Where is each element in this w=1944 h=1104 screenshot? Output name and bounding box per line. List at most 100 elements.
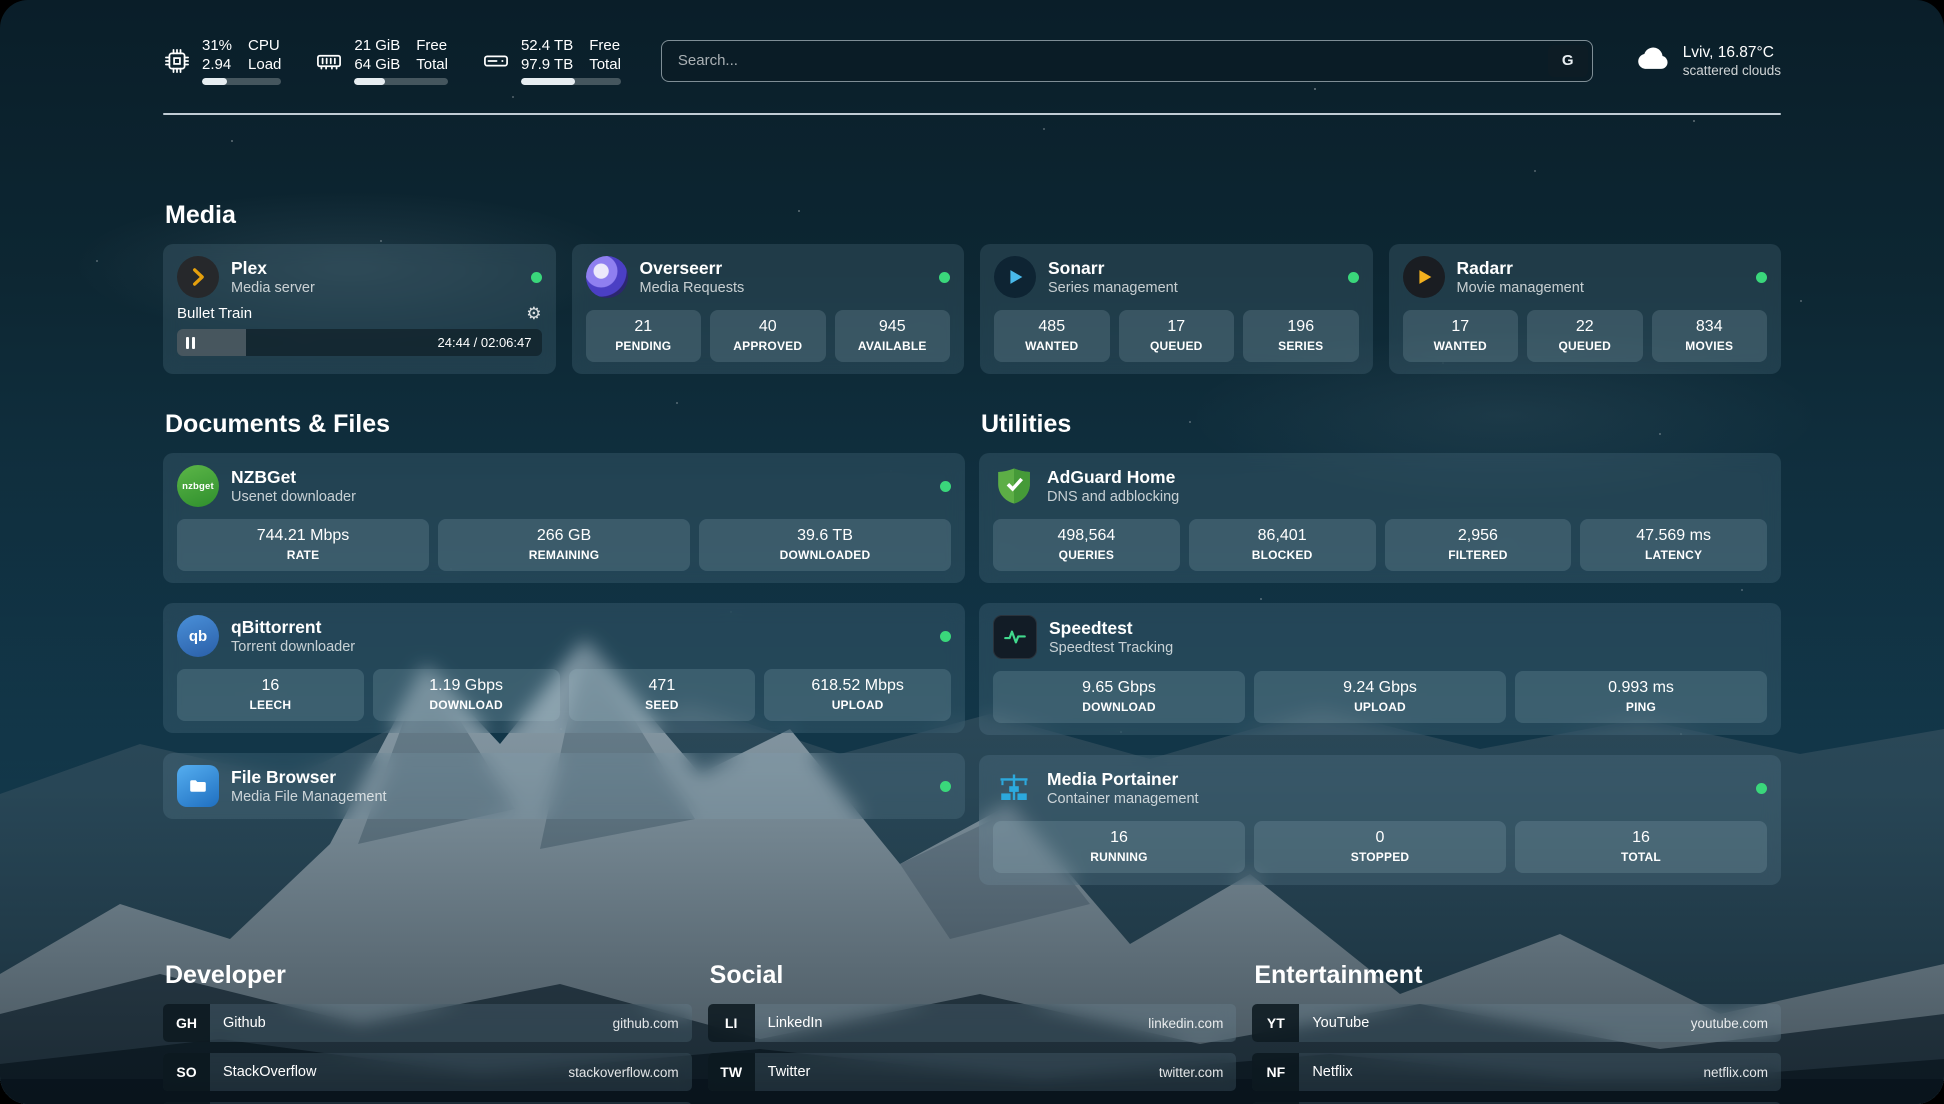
service-name: AdGuard Home [1047, 467, 1179, 487]
section-documents: Documents & Files nzbget NZBGet Usenet d… [163, 410, 965, 885]
bookmark-twitter[interactable]: TW Twitter twitter.com [708, 1053, 1237, 1091]
status-dot [1756, 783, 1767, 794]
disk-widget: 52.4 TB 97.9 TB Free Total [482, 36, 621, 85]
status-dot [1756, 272, 1767, 283]
dashboard-screen: 31% 2.94 CPU Load [0, 0, 1944, 1104]
bookmark-youtube[interactable]: YT YouTube youtube.com [1252, 1004, 1781, 1042]
service-card-overseerr[interactable]: Overseerr Media Requests 21PENDING 40APP… [572, 244, 965, 374]
service-name: Media Portainer [1047, 769, 1199, 789]
service-card-radarr[interactable]: Radarr Movie management 17WANTED 22QUEUE… [1389, 244, 1782, 374]
disk-label-2: Total [589, 55, 621, 74]
service-card-adguard[interactable]: AdGuard Home DNS and adblocking 498,564Q… [979, 453, 1781, 583]
cpu-percent: 31% [202, 36, 232, 55]
resource-widgets: 31% 2.94 CPU Load [163, 36, 621, 85]
portainer-icon [993, 767, 1035, 809]
stat-box: 16TOTAL [1515, 821, 1767, 873]
cpu-widget: 31% 2.94 CPU Load [163, 36, 281, 85]
cpu-progress-bar [202, 78, 281, 85]
gear-icon[interactable]: ⚙ [526, 305, 541, 322]
stat-box: 39.6 TBDOWNLOADED [699, 519, 951, 571]
status-dot [940, 781, 951, 792]
section-title-media: Media [165, 201, 1781, 230]
section-utilities: Utilities AdGu [979, 410, 1781, 885]
service-card-portainer[interactable]: Media Portainer Container management 16R… [979, 755, 1781, 885]
disk-free: 52.4 TB [521, 36, 573, 55]
service-name: Speedtest [1049, 618, 1173, 638]
stat-box: 16LEECH [177, 669, 364, 721]
bookmark-group-social: Social LI LinkedIn linkedin.com TW Twitt… [708, 961, 1237, 1104]
section-title-utilities: Utilities [981, 410, 1781, 439]
stat-box: 471SEED [569, 669, 756, 721]
service-description: Media server [231, 280, 315, 296]
stat-box: 2,956FILTERED [1385, 519, 1572, 571]
overseerr-icon [586, 256, 628, 298]
netflix-icon: NF [1252, 1053, 1299, 1091]
service-name: Overseerr [640, 258, 745, 278]
github-icon: GH [163, 1004, 210, 1042]
search-bar: G [661, 40, 1593, 82]
topbar: 31% 2.94 CPU Load [163, 36, 1781, 85]
cpu-load: 2.94 [202, 55, 232, 74]
service-name: Sonarr [1048, 258, 1178, 278]
search-provider-button[interactable]: G [1548, 45, 1588, 77]
cloud-icon [1633, 38, 1673, 83]
service-name: Plex [231, 258, 315, 278]
stat-box: 47.569 msLATENCY [1580, 519, 1767, 571]
cpu-label-1: CPU [248, 36, 281, 55]
bookmark-group-developer: Developer GH Github github.com SO StackO… [163, 961, 692, 1104]
stat-box: 16RUNNING [993, 821, 1245, 873]
cpu-icon [163, 47, 191, 75]
nzbget-icon: nzbget [177, 465, 219, 507]
service-card-sonarr[interactable]: Sonarr Series management 485WANTED 17QUE… [980, 244, 1373, 374]
status-dot [939, 272, 950, 283]
service-name: File Browser [231, 767, 387, 787]
disk-label-1: Free [589, 36, 621, 55]
bookmark-linkedin[interactable]: LI LinkedIn linkedin.com [708, 1004, 1237, 1042]
service-card-qbittorrent[interactable]: qb qBittorrent Torrent downloader 16LEEC… [163, 603, 965, 733]
stat-box: 485WANTED [994, 310, 1110, 362]
bookmarks: Developer GH Github github.com SO StackO… [163, 961, 1781, 1104]
section-media: Media Plex Media server Bullet [163, 201, 1781, 374]
stat-box: 945AVAILABLE [835, 310, 951, 362]
status-dot [1348, 272, 1359, 283]
service-card-nzbget[interactable]: nzbget NZBGet Usenet downloader 744.21 M… [163, 453, 965, 583]
memory-widget: 21 GiB 64 GiB Free Total [315, 36, 448, 85]
memory-progress-bar [354, 78, 448, 85]
bookmark-group-entertainment: Entertainment YT YouTube youtube.com NF … [1252, 961, 1781, 1104]
service-card-filebrowser[interactable]: File Browser Media File Management [163, 753, 965, 819]
plex-progress-bar[interactable]: 24:44 / 02:06:47 [177, 329, 542, 356]
bookmark-stackoverflow[interactable]: SO StackOverflow stackoverflow.com [163, 1053, 692, 1091]
stat-box: 744.21 MbpsRATE [177, 519, 429, 571]
memory-label-2: Total [416, 55, 448, 74]
service-description: Series management [1048, 280, 1178, 296]
service-description: DNS and adblocking [1047, 489, 1179, 505]
speedtest-icon [993, 615, 1037, 659]
stat-box: 21PENDING [586, 310, 702, 362]
plex-icon [177, 256, 219, 298]
bookmark-github[interactable]: GH Github github.com [163, 1004, 692, 1042]
stackoverflow-icon: SO [163, 1053, 210, 1091]
linkedin-icon: LI [708, 1004, 755, 1042]
service-card-plex[interactable]: Plex Media server Bullet Train ⚙ 24:44 /… [163, 244, 556, 374]
stat-box: 266 GBREMAINING [438, 519, 690, 571]
status-dot [531, 272, 542, 283]
bookmark-netflix[interactable]: NF Netflix netflix.com [1252, 1053, 1781, 1091]
service-name: Radarr [1457, 258, 1584, 278]
stat-box: 618.52 MbpsUPLOAD [764, 669, 951, 721]
now-playing-title: Bullet Train [177, 305, 252, 322]
section-title-documents: Documents & Files [165, 410, 965, 439]
status-dot [940, 481, 951, 492]
service-card-speedtest[interactable]: Speedtest Speedtest Tracking 9.65 GbpsDO… [979, 603, 1781, 735]
memory-label-1: Free [416, 36, 448, 55]
section-title-entertainment: Entertainment [1254, 961, 1781, 990]
radarr-icon [1403, 256, 1445, 298]
stat-box: 17WANTED [1403, 310, 1519, 362]
section-title-social: Social [710, 961, 1237, 990]
search-input[interactable] [661, 40, 1593, 82]
pause-icon[interactable] [186, 337, 195, 349]
adguard-icon [993, 465, 1035, 507]
stat-box: 9.24 GbpsUPLOAD [1254, 671, 1506, 723]
playback-time: 24:44 / 02:06:47 [438, 329, 532, 356]
youtube-icon: YT [1252, 1004, 1299, 1042]
topbar-divider [163, 113, 1781, 115]
